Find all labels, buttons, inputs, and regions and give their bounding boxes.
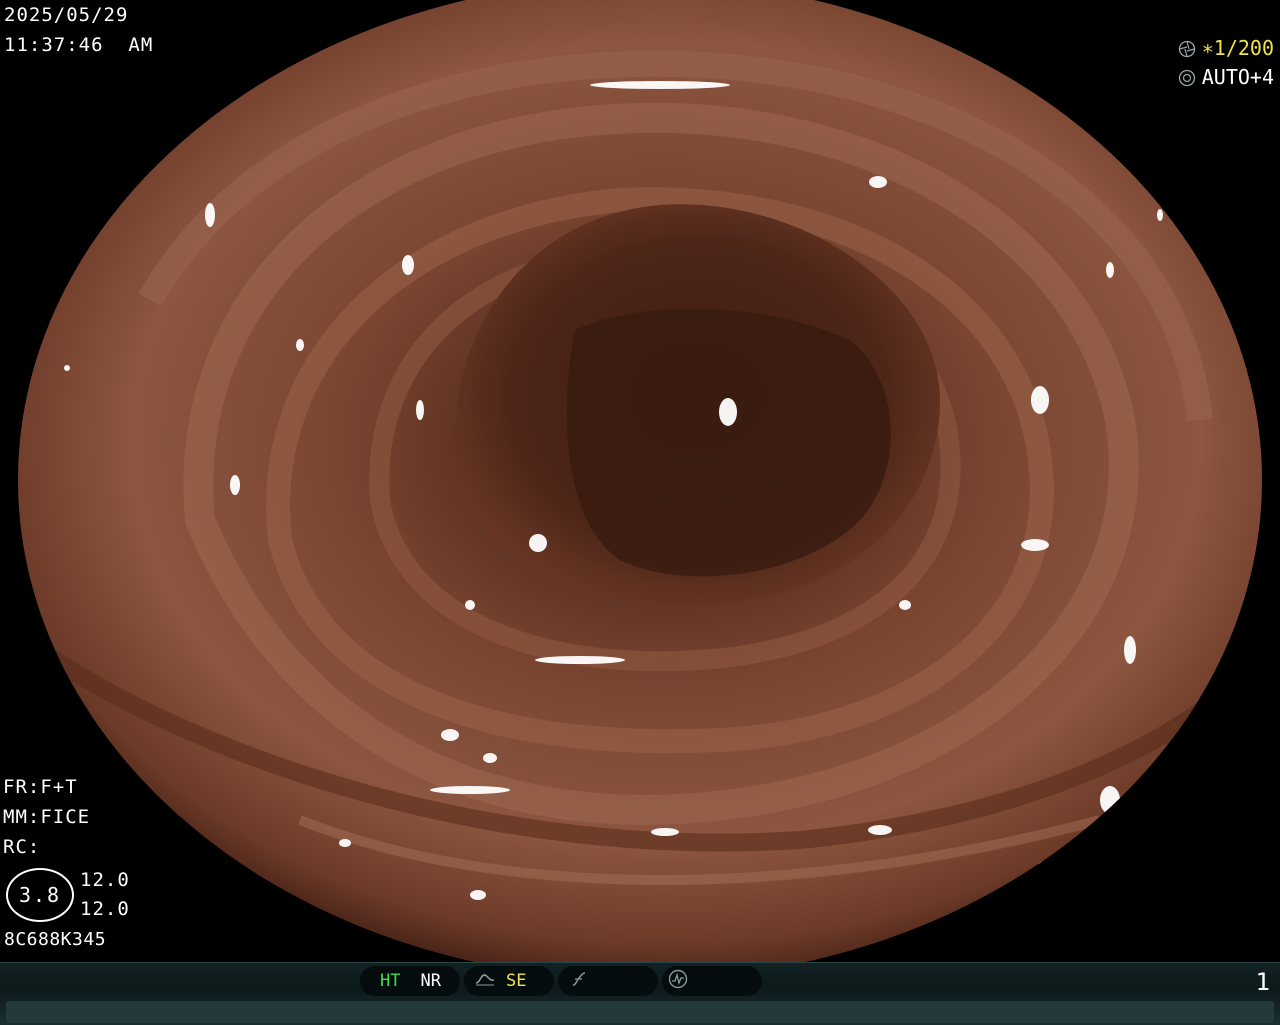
rc-setting: RC: — [3, 836, 41, 858]
function-pill — [558, 966, 658, 996]
iris-row: AUTO+4 — [1178, 63, 1274, 92]
shutter-value: ∗1/200 — [1201, 36, 1274, 60]
iris-value: AUTO+4 — [1201, 65, 1274, 89]
se-label: SE — [506, 971, 527, 991]
endoscope-view — [18, 0, 1262, 962]
camera-settings: ∗1/200 AUTO+4 — [1178, 34, 1274, 92]
shutter-icon — [1178, 40, 1196, 58]
status-bar-strip — [6, 1001, 1274, 1023]
function-icon — [570, 970, 588, 993]
waveform-icon — [668, 969, 688, 994]
ht-label: HT — [380, 971, 401, 991]
zoom-top-value: 12.0 — [80, 869, 130, 891]
se-pill: SE — [464, 966, 554, 996]
iris-icon — [1178, 69, 1196, 87]
shutter-row: ∗1/200 — [1178, 34, 1274, 63]
page-number: 1 — [1255, 968, 1270, 996]
fr-setting: FR:F+T — [3, 776, 78, 798]
zoom-bottom-value: 12.0 — [80, 898, 130, 920]
ht-nr-pill: HT NR — [360, 966, 460, 996]
time-label: 11:37:46 AM — [4, 34, 154, 56]
tone-curve-icon — [474, 971, 496, 992]
mm-setting: MM:FICE — [3, 806, 91, 828]
serial-number: 8C688K345 — [4, 929, 107, 950]
zoom-indicator: 3.8 — [6, 868, 74, 922]
nr-label: NR — [420, 971, 441, 991]
zoom-value: 3.8 — [18, 883, 62, 907]
waveform-pill — [662, 966, 762, 996]
processing-settings: FR:F+T MM:FICE RC: — [3, 772, 90, 862]
zoom-sides: 12.0 12.0 — [80, 866, 130, 924]
date-label: 2025/05/29 — [4, 4, 129, 26]
